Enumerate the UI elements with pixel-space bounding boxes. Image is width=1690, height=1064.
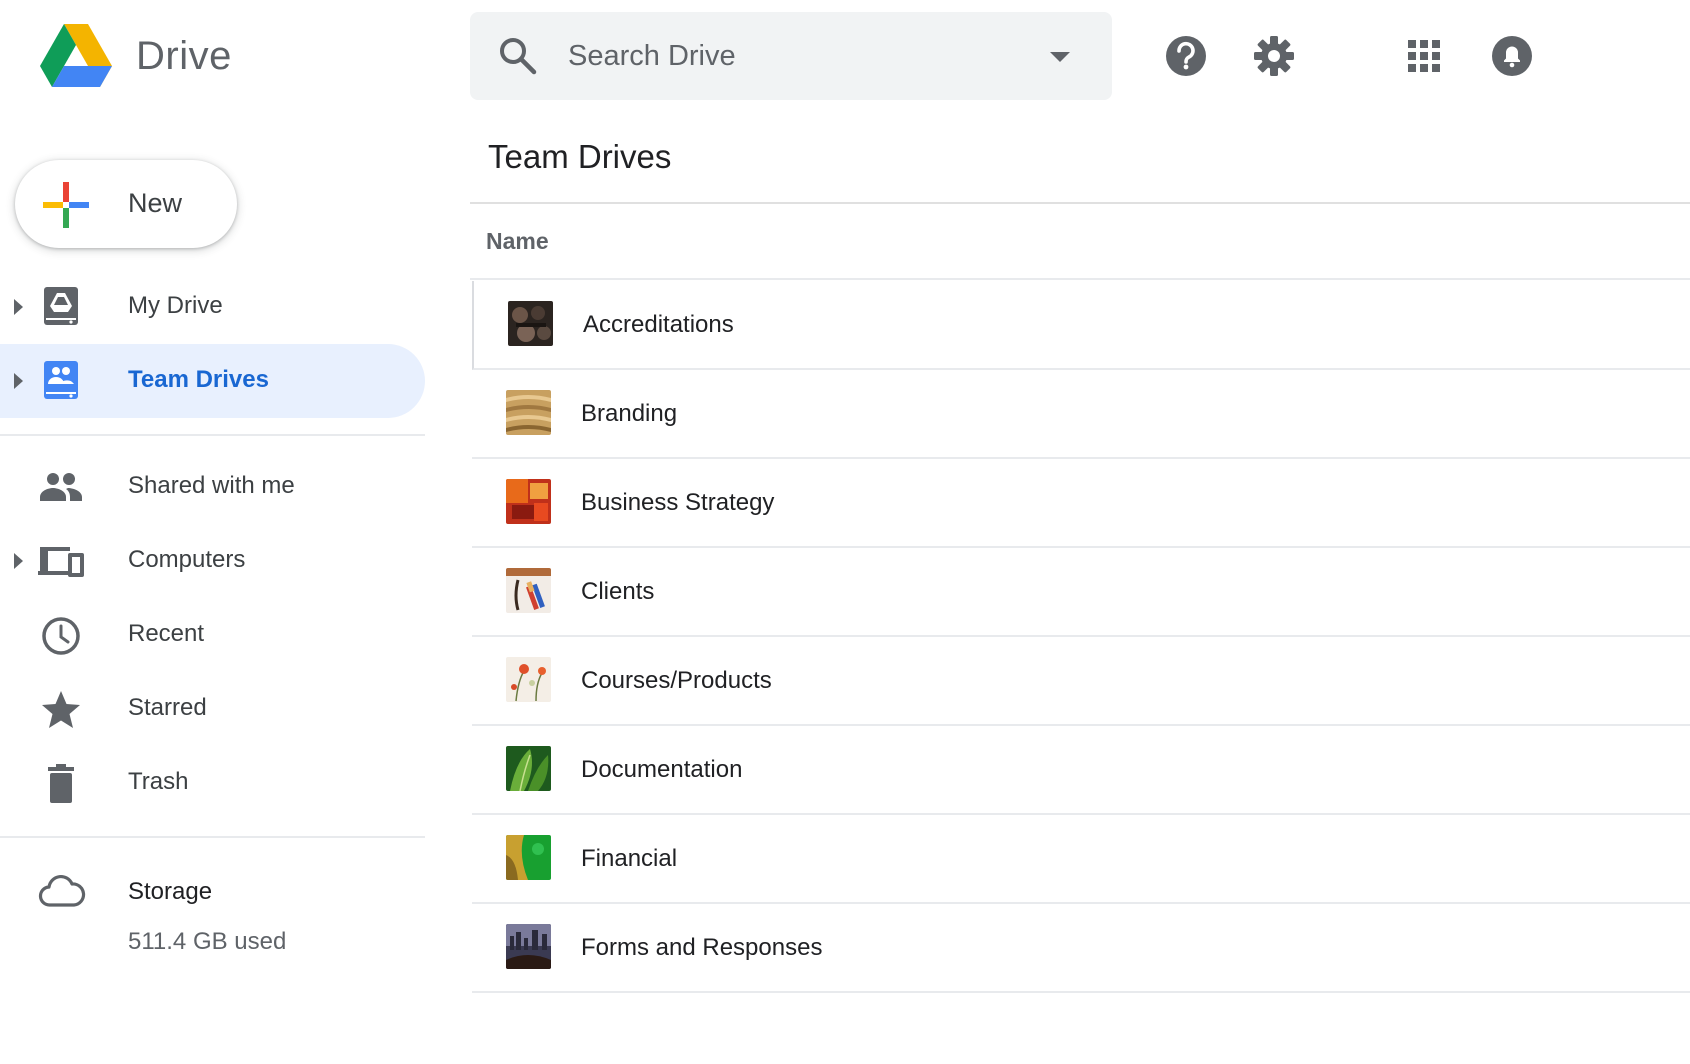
drive-thumbnail [506,657,551,702]
drive-name: Documentation [581,756,743,783]
sidebar-item-label: Shared with me [128,472,295,499]
drive-thumbnail [506,835,551,880]
star-icon [42,691,80,728]
sidebar-item-label: Recent [128,620,205,647]
new-button[interactable]: New [15,160,237,248]
google-drive-logo [40,24,112,87]
list-item[interactable]: Courses/Products [472,637,1690,726]
page-title: Team Drives [488,138,672,175]
header-divider [470,278,1690,280]
app-title: Drive [136,34,232,78]
expand-arrow-icon[interactable] [12,551,24,571]
drive-thumbnail [506,924,551,969]
team-drives-list: Accreditations Branding Business Strateg… [472,281,1690,993]
drive-thumbnail [506,479,551,524]
trash-icon [48,764,74,803]
drive-thumbnail [506,568,551,613]
sidebar-item-recent[interactable]: Recent [0,598,425,672]
clock-icon [42,617,80,655]
people-icon [40,473,82,501]
drive-thumbnail [508,301,553,346]
sidebar-item-my-drive[interactable]: My Drive [0,270,425,344]
apps-grid-icon[interactable] [1402,34,1446,78]
drive-name: Accreditations [583,311,734,338]
list-item[interactable]: Documentation [472,726,1690,815]
list-item[interactable]: Financial [472,815,1690,904]
search-bar[interactable] [470,12,1112,100]
sidebar-item-label: Team Drives [128,366,269,393]
expand-arrow-icon[interactable] [12,371,24,391]
sidebar-divider [0,836,425,838]
cloud-icon [38,874,86,907]
drive-name: Courses/Products [581,667,772,694]
drive-name: Clients [581,578,655,605]
settings-icon[interactable] [1252,34,1296,78]
caret-down-icon[interactable] [1044,48,1076,64]
list-item[interactable]: Clients [472,548,1690,637]
drive-thumbnail [506,390,551,435]
help-icon[interactable] [1164,34,1208,78]
my-drive-icon [44,287,78,325]
sidebar-item-label: Trash [128,768,189,795]
expand-arrow-icon[interactable] [12,297,24,317]
drive-name: Financial [581,845,678,872]
list-item[interactable]: Branding [472,370,1690,459]
computers-icon [38,547,84,577]
drive-name: Forms and Responses [581,934,823,961]
storage-used-text: 511.4 GB used [128,928,287,955]
sidebar-item-label: My Drive [128,292,223,319]
column-header-name[interactable]: Name [486,228,549,255]
new-button-label: New [128,188,183,218]
title-divider [470,202,1690,204]
search-input[interactable] [568,34,1028,78]
list-item[interactable]: Accreditations [472,281,1690,370]
team-drives-icon [44,361,78,399]
sidebar-item-shared-with-me[interactable]: Shared with me [0,450,425,524]
plus-icon [43,182,89,228]
search-icon[interactable] [498,36,538,76]
drive-thumbnail [506,746,551,791]
list-item[interactable]: Forms and Responses [472,904,1690,993]
sidebar-item-starred[interactable]: Starred [0,672,425,746]
drive-name: Branding [581,400,678,427]
sidebar-item-trash[interactable]: Trash [0,746,425,820]
sidebar-divider [0,434,425,436]
sidebar-item-label: Starred [128,694,207,721]
storage-label[interactable]: Storage [128,878,212,906]
notifications-bell-icon[interactable] [1490,34,1534,78]
drive-name: Business Strategy [581,489,775,516]
sidebar-item-team-drives[interactable]: Team Drives [0,344,425,418]
sidebar-item-label: Computers [128,546,246,573]
sidebar-item-computers[interactable]: Computers [0,524,425,598]
list-item[interactable]: Business Strategy [472,459,1690,548]
